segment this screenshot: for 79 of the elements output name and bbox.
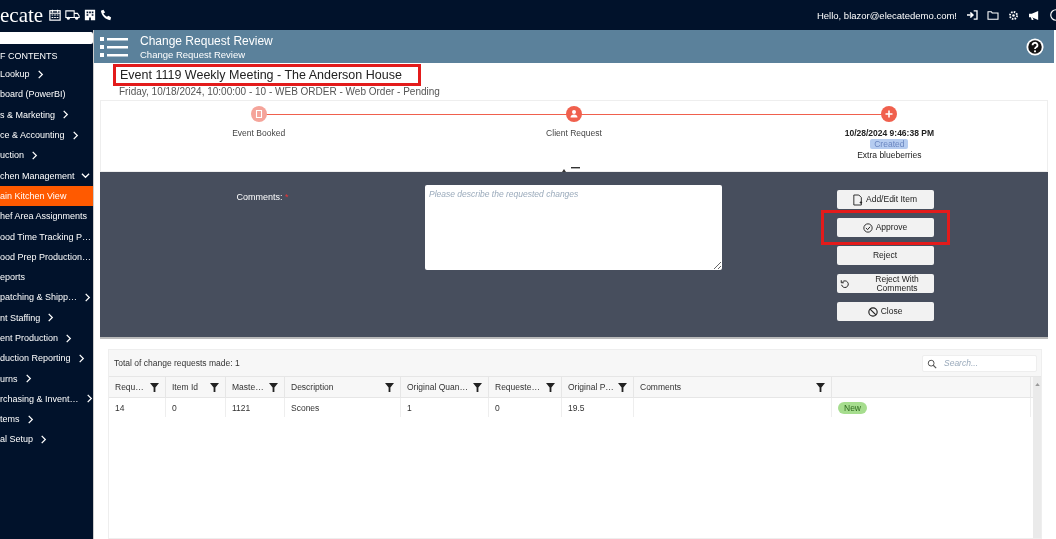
table-cell: 1121: [232, 402, 251, 413]
truck-icon[interactable]: [65, 9, 81, 21]
page-title: Change Request Review: [140, 33, 274, 48]
column-header[interactable]: Original P…: [568, 382, 614, 392]
step-label: 10/28/2024 9:46:38 PM: [844, 128, 934, 138]
table-cell: 14: [115, 402, 125, 413]
column-header[interactable]: Requ…: [115, 382, 144, 392]
settings-icon[interactable]: [1008, 9, 1019, 21]
megaphone-icon[interactable]: [1028, 9, 1041, 21]
sidebar-item[interactable]: ent Production: [0, 327, 93, 349]
action-button[interactable]: Close: [836, 302, 934, 321]
column-header[interactable]: Item Id: [172, 382, 198, 392]
sidebar-item[interactable]: uction: [0, 145, 93, 166]
sidebar-item[interactable]: rchasing & Invent…: [0, 388, 93, 410]
search-icon: [927, 358, 937, 369]
sidebar-item[interactable]: s & Marketing: [0, 104, 93, 125]
filter-icon[interactable]: [385, 382, 394, 392]
table-cell: 0: [172, 402, 177, 413]
event-title: Event 1119 Weekly Meeting - The Anderson House: [120, 68, 402, 82]
sidebar-item[interactable]: hef Area Assignments: [0, 206, 93, 227]
sidebar-item[interactable]: nt Staffing: [0, 307, 93, 328]
page-subtitle: Change Request Review: [140, 48, 247, 60]
action-button[interactable]: Approve: [836, 218, 934, 237]
step-note: Extra blueberries: [857, 150, 922, 160]
column-header[interactable]: Requeste…: [495, 382, 540, 392]
sidebar-item[interactable]: tems: [0, 409, 93, 430]
cancel-icon: [867, 306, 878, 317]
step-label: Event Booked: [232, 128, 286, 138]
calendar-icon[interactable]: [49, 9, 62, 21]
sidebar-item[interactable]: al Setup: [0, 429, 93, 450]
status-badge: Created: [870, 139, 909, 149]
sidebar-item[interactable]: board (PowerBI): [0, 84, 93, 105]
filter-icon[interactable]: [473, 382, 482, 392]
filter-icon[interactable]: [816, 382, 825, 392]
sidebar-item[interactable]: ood Time Tracking P…: [0, 226, 93, 247]
search-field[interactable]: [0, 32, 93, 44]
file-plus-icon: [853, 193, 863, 206]
menu-icon[interactable]: [100, 35, 128, 58]
sidebar-item[interactable]: ood Prep Production…: [0, 246, 93, 267]
status-badge: New: [838, 401, 867, 414]
step-label: Client Request: [546, 128, 602, 138]
filter-icon[interactable]: [618, 382, 627, 392]
summary-text: Total of change requests made: 1: [114, 358, 240, 368]
filter-icon[interactable]: [269, 382, 278, 392]
event-details: Friday, 10/18/2024, 10:00:00 - 10 - WEB ORDER - Web Order - Pending: [119, 86, 441, 97]
logo[interactable]: ecate: [0, 4, 44, 26]
sidebar-item[interactable]: ce & Accounting: [0, 124, 93, 146]
sidebar-item[interactable]: urns: [0, 368, 93, 389]
check-circle-icon: [862, 222, 873, 233]
sign-out-icon[interactable]: [966, 10, 978, 20]
filter-icon[interactable]: [546, 382, 555, 392]
column-header[interactable]: Description: [291, 382, 334, 392]
search-field[interactable]: Search...: [922, 354, 1037, 372]
building-icon[interactable]: [84, 9, 97, 21]
filter-icon[interactable]: [150, 382, 159, 392]
undo-icon: [839, 278, 850, 289]
column-header[interactable]: Maste…: [232, 382, 264, 392]
action-button[interactable]: Reject With Comments: [836, 274, 934, 293]
sidebar-item[interactable]: Lookup: [0, 64, 93, 85]
collapse-icon[interactable]: [561, 167, 581, 173]
comments-label: Comments: *: [236, 192, 289, 202]
table-cell: 1: [407, 402, 412, 413]
phone-icon[interactable]: [100, 9, 113, 21]
folder-icon[interactable]: [987, 10, 999, 20]
sidebar-heading: F CONTENTS: [0, 50, 59, 63]
column-header[interactable]: Comments: [640, 382, 682, 392]
action-button[interactable]: Reject: [836, 246, 934, 265]
comments-field[interactable]: Please describe the requested changes: [425, 185, 722, 270]
table-cell: 0: [495, 402, 500, 413]
filter-icon[interactable]: [210, 382, 219, 392]
greeting-text: Hello, blazor@elecatedemo.com!: [816, 9, 957, 21]
action-button[interactable]: Add/Edit Item: [836, 190, 934, 209]
table-cell: 19.5: [568, 402, 585, 413]
column-header[interactable]: Original Quan…: [407, 382, 468, 392]
sidebar-item[interactable]: chen Management: [0, 165, 93, 186]
sidebar-item[interactable]: duction Reporting: [0, 348, 93, 369]
table-cell: Scones: [291, 402, 320, 413]
sidebar-item[interactable]: patching & Shipp…: [0, 287, 93, 308]
sidebar-item[interactable]: eports: [0, 266, 93, 288]
